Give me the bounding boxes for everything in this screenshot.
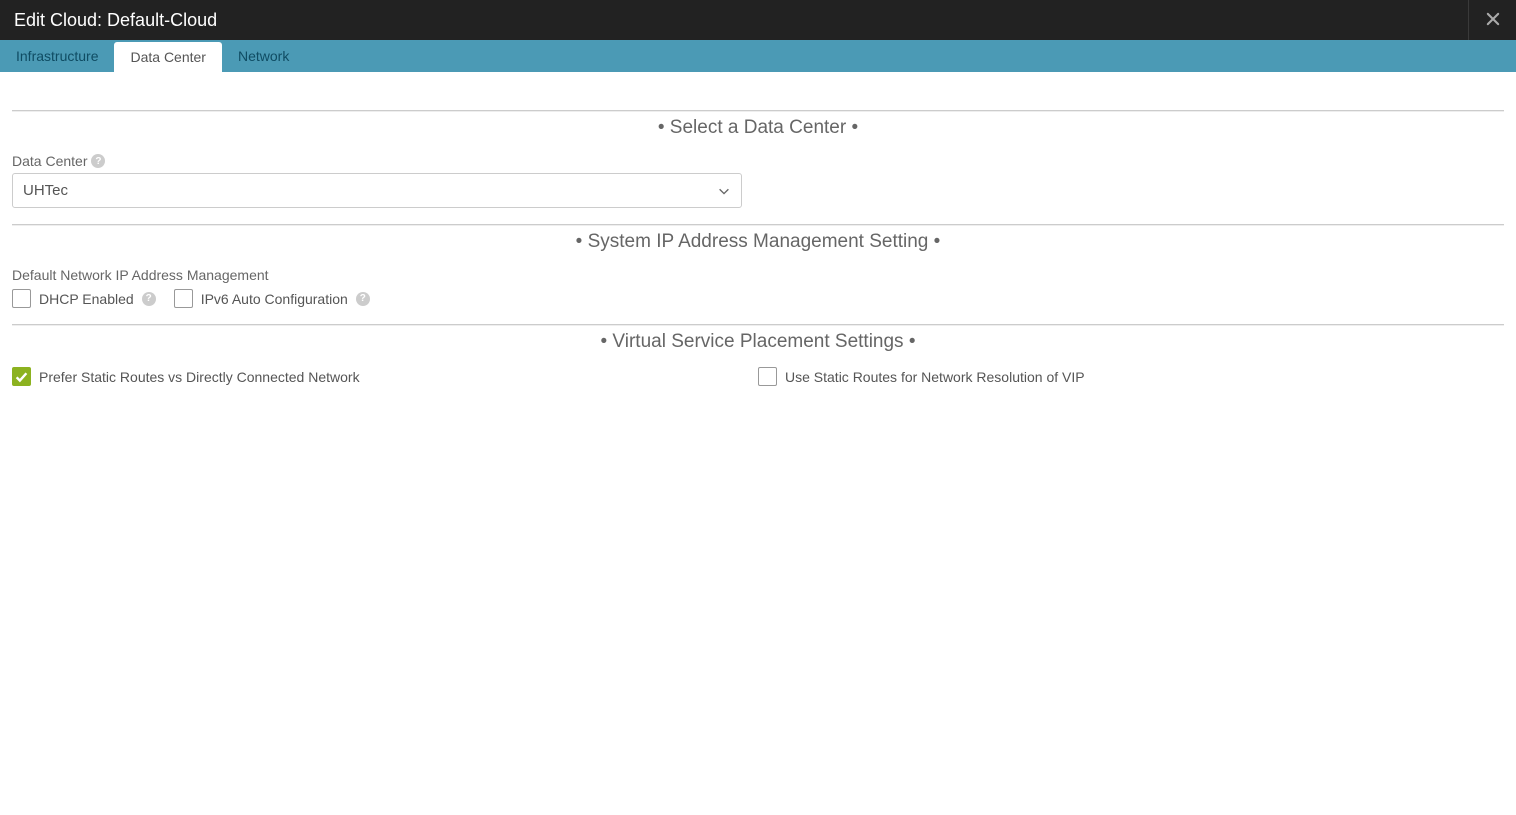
- select-value: UHTec: [23, 182, 68, 199]
- checkbox-label: DHCP Enabled: [39, 291, 134, 307]
- help-icon[interactable]: ?: [142, 292, 156, 306]
- ipam-sublabel: Default Network IP Address Management: [12, 267, 1504, 283]
- tab-label: Network: [238, 48, 289, 64]
- tab-infrastructure[interactable]: Infrastructure: [0, 40, 114, 72]
- close-button[interactable]: [1468, 0, 1516, 40]
- tab-bar: Infrastructure Data Center Network: [0, 40, 1516, 72]
- checkbox-box: [758, 367, 777, 386]
- section-header-select-dc: • Select a Data Center •: [12, 110, 1504, 139]
- modal-titlebar: Edit Cloud: Default-Cloud: [0, 0, 1516, 40]
- checkbox-label: Use Static Routes for Network Resolution…: [785, 369, 1085, 385]
- tab-data-center[interactable]: Data Center: [114, 42, 221, 72]
- checkbox-label: Prefer Static Routes vs Directly Connect…: [39, 369, 360, 385]
- label-text: Data Center: [12, 153, 87, 169]
- data-center-select[interactable]: UHTec: [12, 173, 742, 208]
- close-icon: [1486, 0, 1500, 40]
- checkbox-box: [174, 289, 193, 308]
- dhcp-enabled-checkbox[interactable]: DHCP Enabled ?: [12, 289, 156, 308]
- section-header-ipam: • System IP Address Management Setting •: [12, 224, 1504, 253]
- tab-label: Infrastructure: [16, 48, 98, 64]
- prefer-static-routes-checkbox[interactable]: Prefer Static Routes vs Directly Connect…: [12, 367, 758, 386]
- modal-content: • Select a Data Center • Data Center ? U…: [0, 72, 1516, 398]
- ipam-checkbox-row: DHCP Enabled ? IPv6 Auto Configuration ?: [12, 289, 1504, 308]
- use-static-routes-vip-checkbox[interactable]: Use Static Routes for Network Resolution…: [758, 367, 1504, 386]
- vsp-row: Prefer Static Routes vs Directly Connect…: [12, 367, 1504, 386]
- section-header-vsp: • Virtual Service Placement Settings •: [12, 324, 1504, 353]
- checkbox-label: IPv6 Auto Configuration: [201, 291, 348, 307]
- modal-title: Edit Cloud: Default-Cloud: [14, 0, 217, 40]
- ipv6-auto-config-checkbox[interactable]: IPv6 Auto Configuration ?: [174, 289, 370, 308]
- help-icon[interactable]: ?: [91, 154, 105, 168]
- tab-network[interactable]: Network: [222, 40, 305, 72]
- checkbox-box: [12, 289, 31, 308]
- help-icon[interactable]: ?: [356, 292, 370, 306]
- data-center-label: Data Center ?: [12, 153, 1504, 169]
- tab-label: Data Center: [130, 49, 205, 65]
- chevron-down-icon: [717, 184, 731, 198]
- checkbox-box: [12, 367, 31, 386]
